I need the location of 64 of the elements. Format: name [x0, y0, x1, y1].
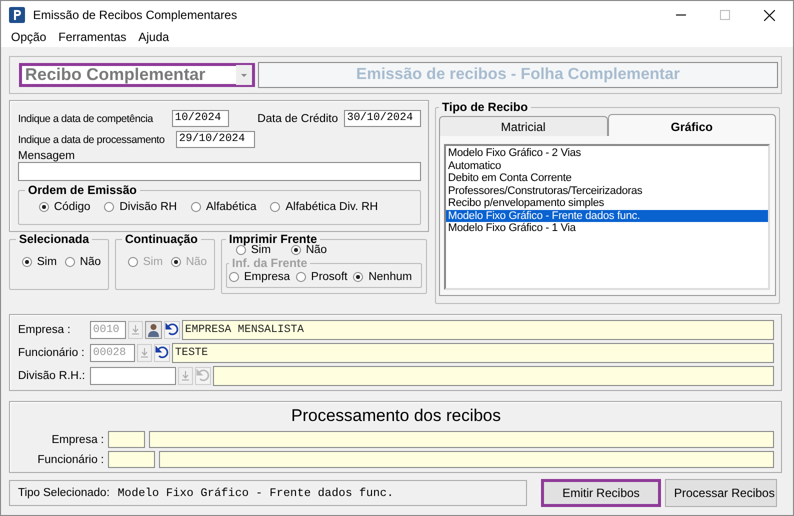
- field-label: Divisão R.H.:: [18, 370, 86, 382]
- app-logo-icon: [9, 7, 25, 23]
- radio-button[interactable]: Não: [64, 256, 101, 268]
- field-label: Indique a data de competência: [18, 112, 154, 124]
- radio-button[interactable]: Prosoft: [296, 271, 348, 283]
- message-field[interactable]: [18, 162, 421, 181]
- field-label: Mensagem: [18, 150, 76, 162]
- name-field[interactable]: [213, 366, 774, 386]
- group-title: Ordem de Emissão: [27, 183, 138, 197]
- list-item[interactable]: Modelo Fixo Gráfico - Frente dados func.: [446, 210, 768, 222]
- list-item[interactable]: Debito em Conta Corrente: [446, 172, 768, 184]
- name-field[interactable]: [149, 431, 774, 448]
- code-field[interactable]: [108, 431, 145, 448]
- radio-button[interactable]: Código: [39, 201, 90, 213]
- field-label: Empresa :: [18, 324, 72, 336]
- name-field[interactable]: [159, 451, 774, 468]
- name-field[interactable]: EMPRESA MENSALISTA: [182, 320, 774, 340]
- field-label: Data de Crédito: [257, 112, 338, 124]
- radio-button[interactable]: Alfabética: [190, 201, 256, 213]
- input-field[interactable]: 29/10/2024: [176, 131, 255, 148]
- undo-icon[interactable]: [164, 321, 180, 339]
- menu-item[interactable]: Opção: [11, 29, 46, 47]
- radio-button[interactable]: Nenhum: [353, 271, 412, 283]
- banner-title: Emissão de recibos - Folha Complementar: [258, 62, 778, 88]
- group-title: Continuação: [124, 232, 199, 246]
- group-title: Inf. da Frente: [231, 256, 308, 270]
- close-icon[interactable]: [764, 10, 775, 20]
- person-icon[interactable]: [145, 321, 162, 339]
- radio-button[interactable]: Alfabética Div. RH: [270, 201, 378, 213]
- group-title: Tipo de Recibo: [441, 100, 529, 114]
- tab[interactable]: Gráfico: [608, 114, 776, 136]
- field-label: Empresa :: [50, 434, 104, 446]
- status-value: Modelo Fixo Gráfico - Frente dados func.: [118, 486, 394, 500]
- menu-item[interactable]: Ajuda: [138, 29, 170, 47]
- code-field[interactable]: [108, 451, 155, 468]
- group-title: Selecionada: [18, 232, 90, 246]
- maximize-icon[interactable]: [720, 10, 730, 20]
- field-label: Funcionário :: [36, 454, 104, 466]
- status-label: Tipo Selecionado:: [18, 487, 110, 499]
- tab[interactable]: Matricial: [439, 116, 608, 136]
- radio-button[interactable]: Não: [290, 244, 327, 256]
- field-label: Funcionário :: [18, 347, 86, 359]
- menu-item[interactable]: Ferramentas: [58, 29, 126, 47]
- section-title: Processamento dos recibos: [290, 406, 502, 427]
- name-field[interactable]: TESTE: [172, 343, 774, 363]
- code-field[interactable]: [90, 367, 176, 385]
- list-item[interactable]: Modelo Fixo Gráfico - 1 Via: [446, 222, 768, 234]
- radio-button[interactable]: Empresa: [229, 271, 290, 283]
- radio-button[interactable]: Sim: [22, 256, 57, 268]
- radio-button[interactable]: Divisão RH: [104, 201, 177, 213]
- list-item[interactable]: Recibo p/envelopamento simples: [446, 197, 768, 210]
- list-item[interactable]: Professores/Construtoras/Terceirizadoras: [446, 184, 768, 197]
- action-button[interactable]: Emitir Recibos: [541, 479, 661, 507]
- undo-icon[interactable]: [154, 344, 170, 362]
- action-button[interactable]: Processar Recibos: [665, 479, 777, 507]
- receipt-type-dropdown[interactable]: Recibo Complementar: [19, 63, 255, 87]
- field-label: Indique a data de processamento: [18, 134, 166, 146]
- group-title: Imprimir Frente: [228, 232, 318, 246]
- list-item[interactable]: Modelo Fixo Gráfico - 2 Vias: [446, 147, 768, 160]
- radio-button[interactable]: Sim: [236, 244, 271, 256]
- input-field[interactable]: 10/2024: [172, 110, 230, 127]
- window-title: Emissão de Recibos Complementares: [33, 8, 238, 22]
- list-item[interactable]: Automatico: [446, 160, 768, 172]
- input-field[interactable]: 30/10/2024: [344, 110, 421, 127]
